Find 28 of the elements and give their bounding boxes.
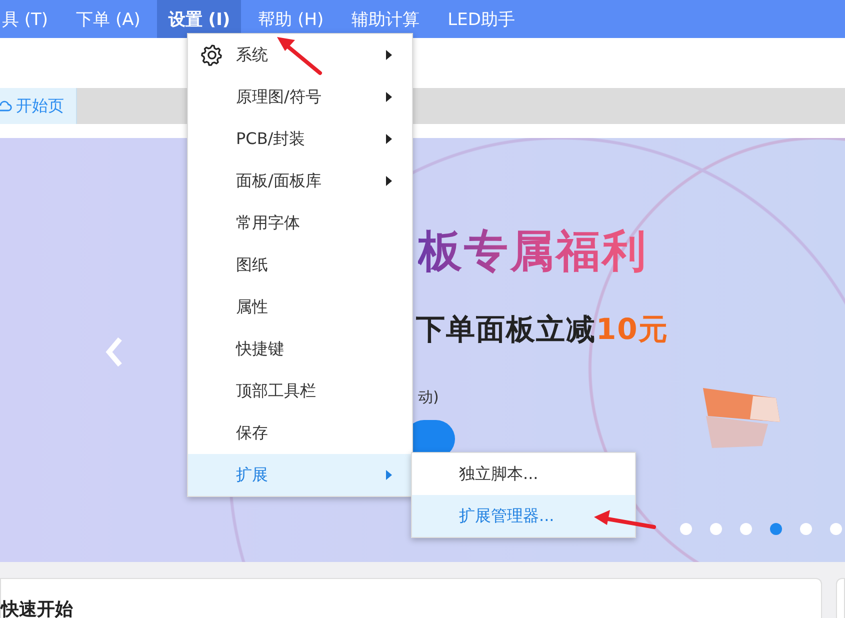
carousel-dot[interactable] <box>830 523 842 535</box>
menu-item[interactable]: 属性 <box>188 286 412 328</box>
annotation-arrow <box>594 510 656 529</box>
carousel-dot[interactable] <box>710 523 722 535</box>
menu-item[interactable]: 扩展 <box>188 454 412 496</box>
cloud-icon <box>0 98 12 114</box>
carousel-dot[interactable] <box>680 523 692 535</box>
card-background <box>836 578 845 618</box>
menu-item[interactable]: 原理图/符号 <box>188 76 412 118</box>
menu-item[interactable]: 独立脚本... <box>412 453 635 495</box>
card-title: 快速开始 <box>1 599 73 618</box>
carousel-dot[interactable] <box>770 523 782 535</box>
previous-chevron-icon[interactable] <box>104 336 124 368</box>
menu-item[interactable]: 快捷键 <box>188 328 412 370</box>
menu-item[interactable]: 图纸 <box>188 244 412 286</box>
annotation-arrow <box>277 37 322 75</box>
menu-item[interactable]: 扩展管理器... <box>412 495 635 537</box>
menu-item[interactable]: PCB/封装 <box>188 118 412 160</box>
banner-note: 动) <box>418 388 439 407</box>
menu-bar-item[interactable]: 设置 (I) <box>157 0 242 38</box>
carousel-dot[interactable] <box>800 523 812 535</box>
banner-subtitle: 下单面板立减10元 <box>416 311 668 348</box>
menu-item[interactable]: 常用字体 <box>188 202 412 244</box>
menu-item[interactable]: 顶部工具栏 <box>188 370 412 412</box>
carousel-dot[interactable] <box>740 523 752 535</box>
menu-item[interactable]: 保存 <box>188 412 412 454</box>
settings-icon <box>200 43 224 67</box>
menu-item[interactable]: 面板/面板库 <box>188 160 412 202</box>
